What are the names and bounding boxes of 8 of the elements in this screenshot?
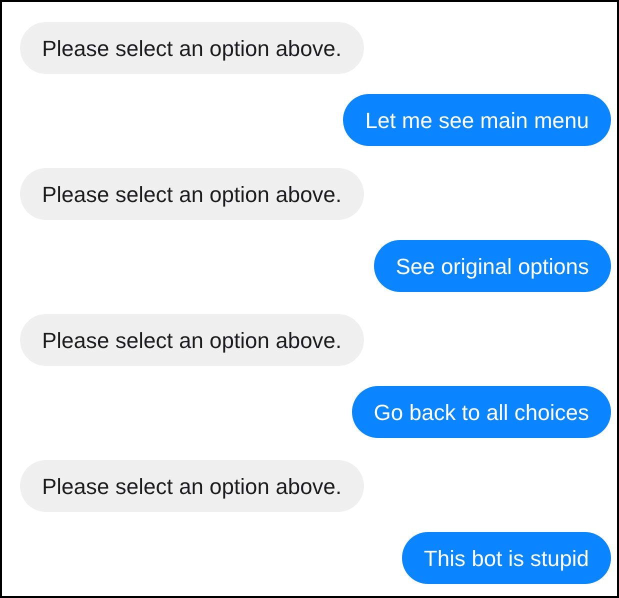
received-message: Please select an option above.: [20, 460, 364, 512]
sent-message: This bot is stupid: [402, 532, 611, 584]
received-message: Please select an option above.: [20, 314, 364, 366]
sent-message: Go back to all choices: [352, 386, 611, 438]
received-message: Please select an option above.: [20, 168, 364, 220]
sent-message: Let me see main menu: [343, 94, 611, 146]
sent-message: See original options: [374, 240, 611, 292]
received-message: Please select an option above.: [20, 22, 364, 74]
